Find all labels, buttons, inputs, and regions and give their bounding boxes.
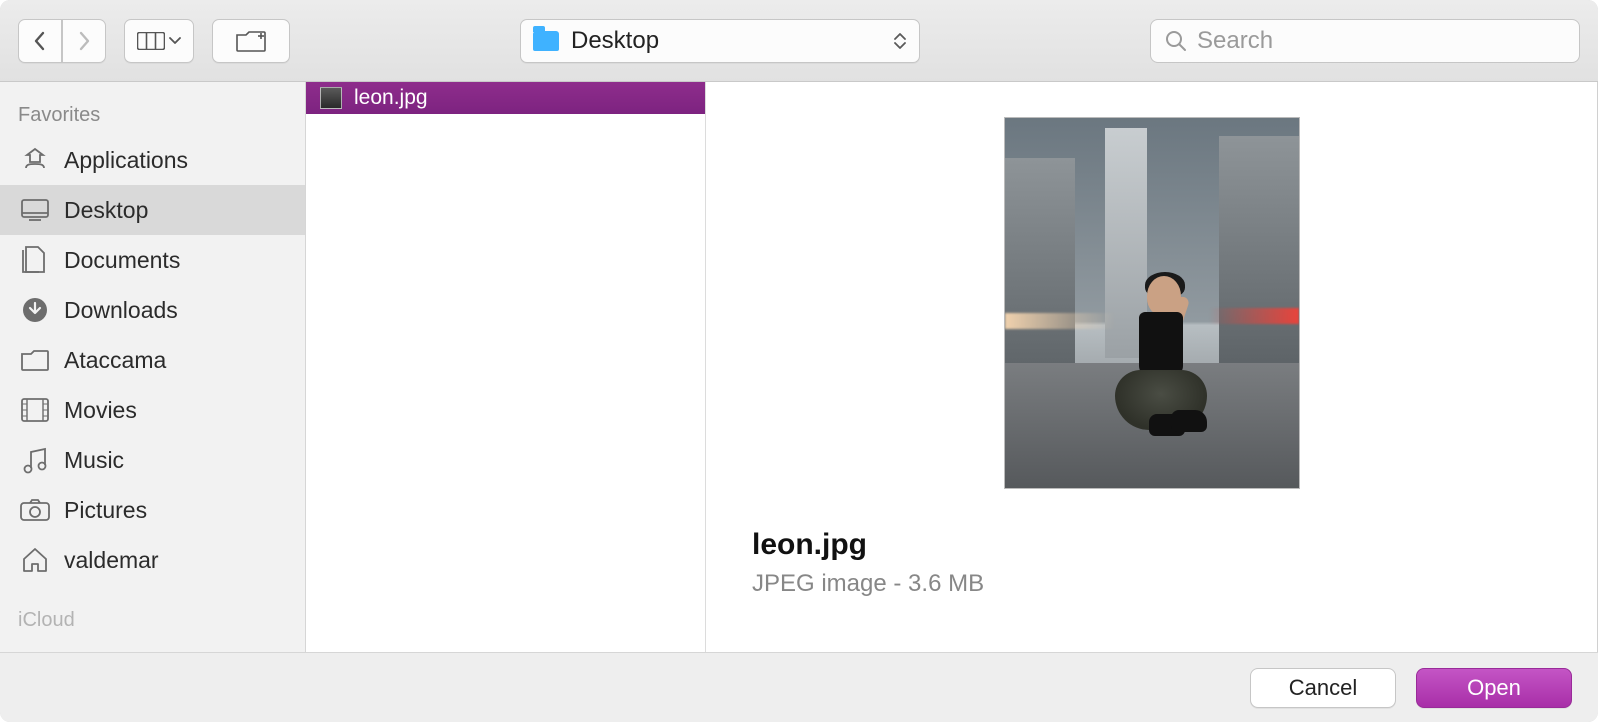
sidebar-item-documents[interactable]: Documents xyxy=(0,235,305,285)
desktop-icon xyxy=(20,195,50,225)
sidebar-item-desktop[interactable]: Desktop xyxy=(0,185,305,235)
sidebar-item-label: Applications xyxy=(64,147,188,174)
sidebar-item-label: Documents xyxy=(64,247,180,274)
documents-icon xyxy=(20,245,50,275)
sidebar-item-ataccama[interactable]: Ataccama xyxy=(0,335,305,385)
sidebar-item-movies[interactable]: Movies xyxy=(0,385,305,435)
cancel-label: Cancel xyxy=(1289,675,1357,701)
search-icon xyxy=(1165,30,1187,52)
view-mode-button[interactable] xyxy=(124,19,194,63)
cancel-button[interactable]: Cancel xyxy=(1250,668,1396,708)
sidebar-item-music[interactable]: Music xyxy=(0,435,305,485)
folder-icon xyxy=(533,31,559,51)
new-folder-button[interactable] xyxy=(212,19,290,63)
home-icon xyxy=(20,545,50,575)
sidebar-item-downloads[interactable]: Downloads xyxy=(0,285,305,335)
file-name: leon.jpg xyxy=(354,86,428,110)
preview-filename: leon.jpg xyxy=(752,528,867,562)
pictures-icon xyxy=(20,495,50,525)
sidebar-item-label: Movies xyxy=(64,397,137,424)
updown-icon xyxy=(893,33,907,49)
chevron-right-icon xyxy=(77,31,91,51)
preview-image xyxy=(1005,118,1299,488)
forward-button[interactable] xyxy=(62,19,106,63)
sidebar-item-label: valdemar xyxy=(64,547,159,574)
sidebar-item-pictures[interactable]: Pictures xyxy=(0,485,305,535)
location-label: Desktop xyxy=(571,27,659,55)
folder-icon xyxy=(20,345,50,375)
search-field-wrap xyxy=(1150,19,1580,63)
sidebar-item-label: Downloads xyxy=(64,297,178,324)
sidebar-section-favorites: Favorites xyxy=(0,98,305,135)
nav-buttons xyxy=(18,19,106,63)
columns-icon xyxy=(137,32,165,50)
dialog-body: Favorites Applications Desktop Documents xyxy=(0,82,1598,652)
chevron-down-icon xyxy=(169,37,181,45)
sidebar: Favorites Applications Desktop Documents xyxy=(0,82,306,652)
back-button[interactable] xyxy=(18,19,62,63)
file-row[interactable]: leon.jpg xyxy=(306,82,705,114)
open-label: Open xyxy=(1467,675,1521,701)
sidebar-item-applications[interactable]: Applications xyxy=(0,135,305,185)
downloads-icon xyxy=(20,295,50,325)
file-list: leon.jpg xyxy=(306,82,706,652)
chevron-left-icon xyxy=(33,31,47,51)
folder-plus-icon xyxy=(236,30,266,52)
file-thumbnail-icon xyxy=(320,87,342,109)
sidebar-section-icloud: iCloud xyxy=(0,603,305,640)
music-icon xyxy=(20,445,50,475)
apps-icon xyxy=(20,145,50,175)
movies-icon xyxy=(20,395,50,425)
sidebar-item-label: Ataccama xyxy=(64,347,166,374)
location-dropdown[interactable]: Desktop xyxy=(520,19,920,63)
preview-pane: leon.jpg JPEG image - 3.6 MB xyxy=(706,82,1598,652)
sidebar-item-label: Desktop xyxy=(64,197,148,224)
sidebar-item-label: Pictures xyxy=(64,497,147,524)
sidebar-item-label: Music xyxy=(64,447,124,474)
dialog-footer: Cancel Open xyxy=(0,652,1598,722)
search-input[interactable] xyxy=(1197,27,1565,55)
open-dialog: Desktop Favorites Applications xyxy=(0,0,1598,722)
toolbar: Desktop xyxy=(0,0,1598,82)
open-button[interactable]: Open xyxy=(1416,668,1572,708)
preview-subtitle: JPEG image - 3.6 MB xyxy=(752,570,984,598)
sidebar-item-valdemar[interactable]: valdemar xyxy=(0,535,305,585)
